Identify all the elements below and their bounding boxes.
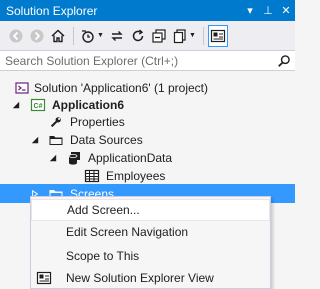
home-icon[interactable] (48, 25, 68, 47)
tree-item-label: Employees (106, 168, 166, 183)
search-input[interactable] (0, 51, 273, 70)
menu-item-new-solution-explorer-view[interactable]: New Solution Explorer View (31, 267, 270, 289)
toolbar-separator (203, 26, 204, 45)
window-title: Solution Explorer (6, 3, 98, 18)
collapse-all-icon[interactable] (149, 25, 169, 47)
database-icon (66, 150, 82, 166)
expanded-arrow-icon[interactable] (30, 135, 40, 145)
menu-item-add-screen[interactable]: Add Screen... (31, 199, 270, 221)
wrench-icon (48, 114, 64, 130)
search-bar (0, 50, 295, 71)
tree-item-label: ApplicationData (88, 150, 173, 165)
tree-item-application-data[interactable]: ApplicationData (0, 148, 295, 167)
expanded-arrow-icon[interactable] (48, 153, 58, 163)
refresh-icon[interactable] (128, 25, 148, 47)
close-icon[interactable]: ✕ (277, 0, 295, 21)
pending-changes-icon[interactable]: ▼ (78, 25, 106, 47)
tree-item-data-sources[interactable]: Data Sources (0, 130, 295, 149)
search-icon[interactable] (273, 51, 295, 70)
pin-icon[interactable]: ⊥ (259, 0, 277, 21)
svg-text:C#: C# (34, 103, 43, 110)
solution-icon (14, 80, 30, 96)
menu-item-label: Add Screen... (67, 203, 140, 217)
toolbar: ▼ ▼ (0, 21, 295, 50)
menu-item-label: Scope to This (66, 249, 140, 263)
menu-item-label: New Solution Explorer View (66, 271, 214, 285)
context-menu: Add Screen... Edit Screen Navigation Sco… (30, 196, 271, 289)
folder-icon (48, 132, 64, 148)
menu-item-edit-screen-navigation[interactable]: Edit Screen Navigation (31, 221, 270, 243)
tree-item-label: Solution 'Application6' (1 project) (34, 80, 209, 95)
back-icon[interactable] (6, 25, 26, 47)
expanded-arrow-icon[interactable] (11, 100, 21, 110)
tree-item-employees[interactable]: Employees (0, 166, 295, 185)
chevron-down-icon: ▼ (97, 32, 104, 39)
forward-icon[interactable] (27, 25, 47, 47)
preview-icon[interactable] (208, 24, 228, 47)
sync-icon[interactable] (107, 25, 127, 47)
menu-item-label: Edit Screen Navigation (66, 225, 189, 239)
csharp-project-icon: C# (30, 97, 46, 113)
tree-item-label: Application6 (52, 97, 125, 112)
new-view-icon (36, 270, 52, 286)
tree-item-properties[interactable]: Properties (0, 112, 295, 131)
chevron-down-icon: ▼ (189, 32, 196, 39)
tree-item-label: Properties (70, 114, 125, 129)
table-icon (84, 168, 100, 184)
window-dropdown-icon[interactable]: ▾ (241, 0, 259, 21)
tree-item-label: Data Sources (70, 132, 143, 147)
menu-item-scope-to-this[interactable]: Scope to This (31, 245, 270, 267)
toolbar-separator (73, 26, 74, 45)
title-bar: Solution Explorer ▾ ⊥ ✕ (0, 0, 295, 21)
copy-icon[interactable]: ▼ (170, 25, 198, 47)
